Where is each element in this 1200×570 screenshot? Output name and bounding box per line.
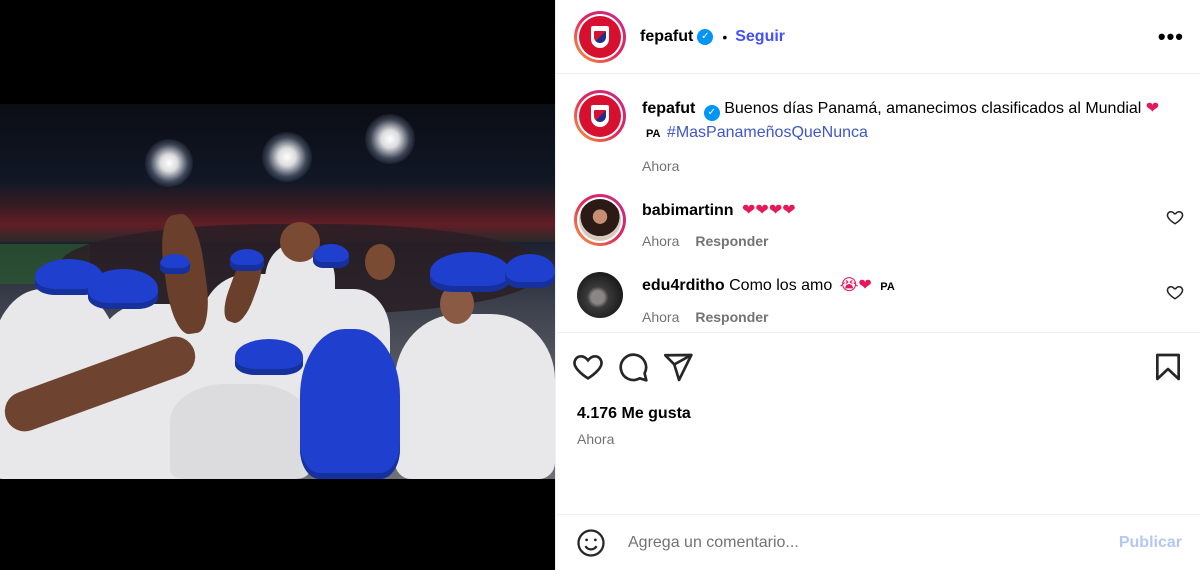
verified-badge-icon: ✓: [697, 28, 714, 45]
post-media-pane: [0, 0, 555, 570]
post-actions: 4.176 Me gusta Ahora: [556, 332, 1200, 514]
caption-text: Buenos días Panamá, amanecimos clasifica…: [724, 100, 1142, 118]
follow-button[interactable]: Seguir: [735, 28, 785, 46]
post-timestamp[interactable]: Ahora: [572, 431, 1184, 447]
like-count[interactable]: 4.176 Me gusta: [572, 405, 1184, 423]
more-options-icon[interactable]: •••: [1158, 25, 1184, 48]
reply-button[interactable]: Responder: [695, 233, 768, 249]
comment-username[interactable]: babimartinn: [642, 202, 734, 219]
comment-text: Como los amo: [729, 277, 833, 295]
reply-button[interactable]: Responder: [695, 309, 768, 325]
comment-timestamp: Ahora: [642, 233, 680, 250]
post-header: fepafut ✓ • Seguir •••: [556, 0, 1200, 75]
smiley-face-icon[interactable]: [576, 528, 606, 558]
comment-username[interactable]: edu4rditho: [642, 277, 725, 294]
verified-badge-icon: ✓: [703, 105, 720, 122]
post-photo[interactable]: [0, 104, 555, 479]
federation-logo-icon: [579, 15, 621, 58]
comment-like-heart-icon[interactable]: [1166, 283, 1184, 301]
caption-timestamp[interactable]: Ahora: [642, 158, 679, 174]
caption-body: fepafut ✓ Buenos días Panamá, amanecimos…: [642, 90, 1184, 174]
comment-item: edu4rditho Como los amo 😭❤ PA Ahora Resp…: [574, 269, 1184, 325]
author-username[interactable]: fepafut: [640, 28, 693, 46]
comments-list: fepafut ✓ Buenos días Panamá, amanecimos…: [556, 74, 1200, 332]
panama-flag-emoji: PA: [646, 128, 661, 141]
comment-like-heart-icon[interactable]: [1166, 208, 1184, 226]
separator-dot: •: [722, 28, 728, 45]
caption-username[interactable]: fepafut: [642, 100, 695, 117]
comment-composer: Publicar: [556, 514, 1200, 570]
caption-hashtag[interactable]: #MasPanameñosQueNunca: [667, 124, 868, 141]
post-side-pane: fepafut ✓ • Seguir ••• fepafut ✓ Buenos …: [555, 0, 1200, 570]
federation-logo-icon: [579, 95, 621, 138]
heart-emojis: ❤❤❤❤: [742, 202, 796, 220]
publish-button[interactable]: Publicar: [1119, 534, 1182, 552]
comment-input[interactable]: [628, 533, 1119, 552]
comment-item: babimartinn ❤❤❤❤ Ahora Responder: [574, 194, 1184, 249]
bookmark-icon[interactable]: [1152, 351, 1184, 383]
comment-bubble-icon[interactable]: [617, 351, 649, 383]
comment-body: babimartinn ❤❤❤❤ Ahora Responder: [642, 194, 1154, 249]
comment-body: edu4rditho Como los amo 😭❤ PA Ahora Resp…: [642, 269, 1154, 325]
post-caption: fepafut ✓ Buenos días Panamá, amanecimos…: [574, 90, 1184, 174]
caption-author-avatar[interactable]: [574, 90, 626, 143]
panama-flag-emoji: PA: [880, 281, 895, 294]
paper-plane-icon[interactable]: [662, 351, 694, 383]
author-avatar[interactable]: [574, 10, 626, 63]
post-modal: fepafut ✓ • Seguir ••• fepafut ✓ Buenos …: [0, 0, 1200, 570]
commenter-avatar[interactable]: [574, 194, 626, 247]
crying-and-heart-emojis: 😭❤: [839, 277, 872, 295]
heart-emoji: ❤: [1145, 100, 1160, 118]
comment-timestamp: Ahora: [642, 309, 680, 326]
heart-icon[interactable]: [572, 351, 604, 383]
action-icons-bar: [572, 351, 1184, 383]
commenter-avatar[interactable]: [577, 272, 623, 319]
